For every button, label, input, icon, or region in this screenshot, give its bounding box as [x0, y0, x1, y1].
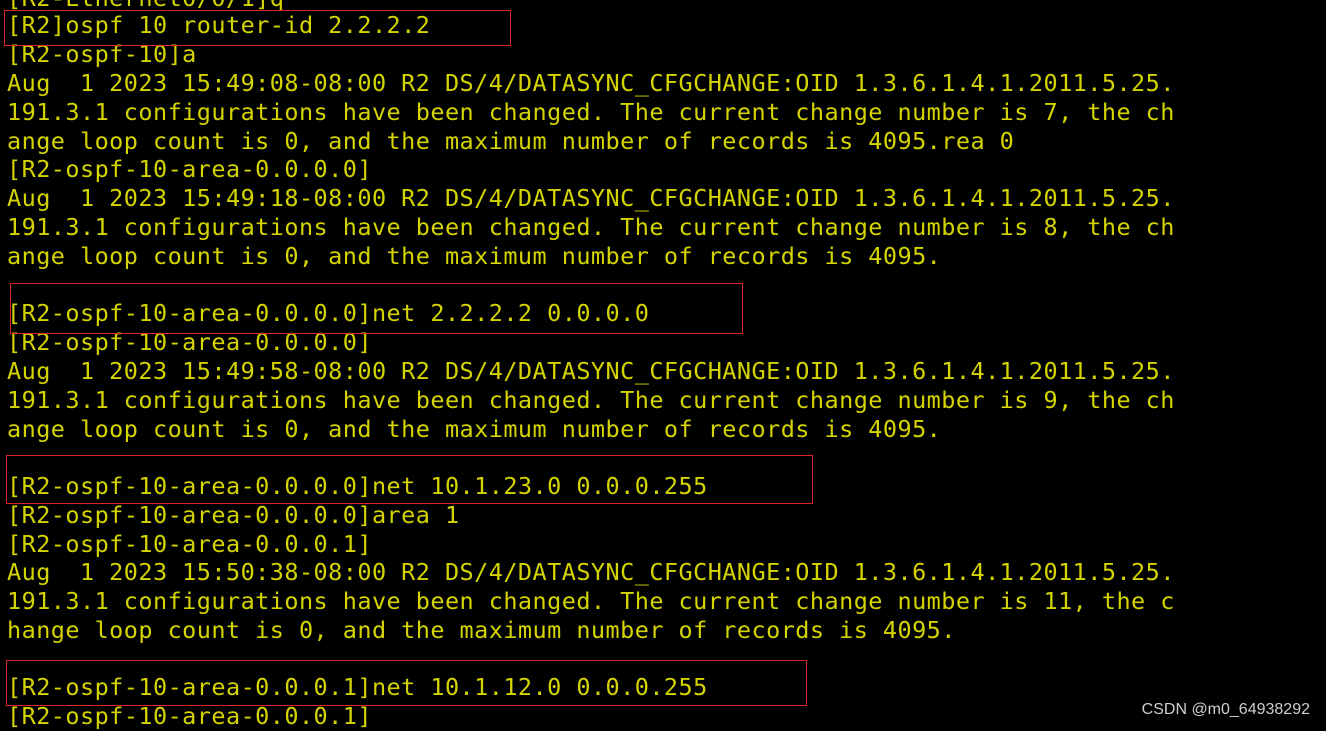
log-line: 191.3.1 configurations have been changed… — [7, 98, 1175, 126]
log-line: ange loop count is 0, and the maximum nu… — [7, 415, 942, 443]
terminal-line: [R2-ospf-10-area-0.0.0.1] — [7, 530, 372, 558]
log-line: ange loop count is 0, and the maximum nu… — [7, 127, 1015, 155]
highlight-box — [4, 10, 511, 46]
terminal-line: [R2-ospf-10-area-0.0.0.0] — [7, 155, 372, 183]
log-line: Aug 1 2023 15:49:18-08:00 R2 DS/4/DATASY… — [7, 184, 1175, 212]
log-line: 191.3.1 configurations have been changed… — [7, 213, 1175, 241]
terminal-window[interactable]: [R2-Ethernet0/0/1]q [R2]ospf 10 router-i… — [0, 0, 1326, 731]
log-line: ange loop count is 0, and the maximum nu… — [7, 242, 942, 270]
log-line: hange loop count is 0, and the maximum n… — [7, 616, 956, 644]
log-line: Aug 1 2023 15:50:38-08:00 R2 DS/4/DATASY… — [7, 558, 1175, 586]
log-line: Aug 1 2023 15:49:08-08:00 R2 DS/4/DATASY… — [7, 69, 1175, 97]
highlight-box — [6, 660, 807, 706]
highlight-box — [10, 283, 743, 334]
log-line: Aug 1 2023 15:49:58-08:00 R2 DS/4/DATASY… — [7, 357, 1175, 385]
terminal-line: [R2-ospf-10-area-0.0.0.0]area 1 — [7, 501, 460, 529]
log-line: 191.3.1 configurations have been changed… — [7, 386, 1175, 414]
watermark: CSDN @m0_64938292 — [1141, 701, 1310, 718]
highlight-box — [6, 455, 813, 504]
terminal-line: [R2-ospf-10-area-0.0.0.1] — [7, 702, 372, 730]
log-line: 191.3.1 configurations have been changed… — [7, 587, 1175, 615]
